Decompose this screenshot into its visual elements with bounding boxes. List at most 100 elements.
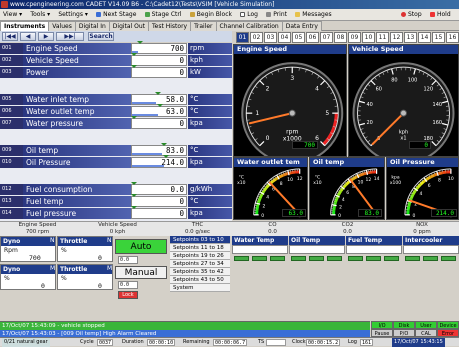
channel-button[interactable]: 11 [376, 32, 389, 43]
channel-button[interactable]: 05 [292, 32, 305, 43]
channel-button[interactable]: 12 [390, 32, 403, 43]
row-name: Water pressure [23, 118, 131, 129]
gauge-readout: 63.0 [282, 209, 306, 217]
manual-button[interactable]: Manual [115, 266, 167, 279]
instrument-row[interactable]: 002Vehicle Speed0kph [0, 55, 232, 66]
channel-button[interactable]: 01 [236, 32, 249, 43]
gauge-title: Engine Speed [234, 45, 346, 54]
channel-button[interactable]: 03 [264, 32, 277, 43]
next-stage-icon [96, 12, 101, 17]
stage-ctrl-button[interactable]: Stage Ctrl [142, 9, 185, 21]
channel-button[interactable]: 06 [306, 32, 319, 43]
message-list[interactable]: 17/Oct/07 15:43:09 - vehicle stopped 17/… [0, 321, 370, 337]
message-row[interactable]: 17/Oct/07 15:43:09 - vehicle stopped [0, 322, 370, 330]
tab-instruments[interactable]: Instruments [0, 21, 49, 31]
next-stage-button[interactable]: Next Stage [93, 9, 139, 21]
channel-button[interactable]: 08 [334, 32, 347, 43]
instrument-row[interactable]: 005Water inlet temp58.0°C [0, 94, 232, 105]
channel-button[interactable]: 13 [404, 32, 417, 43]
row-number: 009 [0, 145, 23, 156]
channel-button[interactable]: 14 [418, 32, 431, 43]
gauge-dial: 020406080100120140160180kphx1 [349, 54, 458, 156]
setpoint-item[interactable]: Setpoints 43 to 50 [170, 276, 230, 284]
throttle-title: Throttle [58, 237, 112, 246]
gauge-readout: 83.0 [358, 209, 382, 217]
log-button[interactable]: Log [237, 9, 261, 21]
setpoint-item[interactable]: Setpoints 35 to 42 [170, 268, 230, 276]
channel-button[interactable]: 09 [348, 32, 361, 43]
lock-button[interactable]: Lock [118, 291, 138, 299]
summary-value: 700 rpm [0, 229, 75, 236]
tab-channel-calibration[interactable]: Channel Calibration [216, 21, 283, 31]
summary-label: NOX [385, 222, 459, 229]
engine-speed-gauge: Engine Speed 0123456rpmx1000700 [233, 44, 347, 157]
first-record-button[interactable]: |◀◀ [2, 32, 18, 41]
messages-button[interactable]: Messages [292, 9, 334, 21]
dyno-manual-control[interactable]: Dyno % 0 M [0, 264, 56, 290]
tab-test-history[interactable]: Test History [148, 21, 191, 31]
instrument-row[interactable]: 009Oil temp83.0°C [0, 145, 232, 156]
setpoint-item[interactable]: System [170, 284, 230, 292]
row-value: 700 [131, 43, 187, 54]
manual-value[interactable]: 0.0 [118, 281, 138, 289]
print-button[interactable]: Print [263, 9, 290, 21]
setpoint-item[interactable]: Setpoints 11 to 18 [170, 244, 230, 252]
tab-trailer[interactable]: Trailer [190, 21, 216, 31]
instrument-row[interactable]: 007Water pressure0kpa [0, 118, 232, 129]
instrument-row[interactable]: 010Oil Pressure214.0kpa [0, 157, 232, 168]
title-bar: www.cpengineering.com CADET V14.09 B6 - … [0, 0, 459, 9]
instrument-row[interactable]: 012Fuel consumption0.0g/kWh [0, 184, 232, 195]
water-outlet-temp-gauge: Water outlet tem 024681012°Cx1063.0 [233, 157, 308, 220]
gauge-color-band [334, 206, 335, 210]
channel-button[interactable]: 10 [362, 32, 375, 43]
search-button[interactable]: Search [88, 32, 114, 41]
menu-settings[interactable]: Settings ▾ [55, 9, 91, 21]
tab-values[interactable]: Values [48, 21, 76, 31]
hold-button[interactable]: Hold [427, 9, 454, 21]
setpoint-item[interactable]: Setpoints 03 to 10 [170, 236, 230, 244]
stop-button[interactable]: Stop [398, 9, 425, 21]
channel-button[interactable]: 15 [432, 32, 445, 43]
gauge-unit: °C [239, 174, 244, 180]
dyno-m-mode: M [50, 265, 55, 272]
row-number: 012 [0, 184, 23, 195]
row-value: 0 [131, 67, 187, 78]
prev-record-button[interactable]: ◀ [20, 32, 36, 41]
begin-block-button[interactable]: Begin Block [187, 9, 235, 21]
row-number: 006 [0, 106, 23, 117]
row-marker-icon [155, 92, 161, 95]
gauge-hub [401, 110, 407, 116]
channel-button[interactable]: 04 [278, 32, 291, 43]
dyno-m-unit: % [4, 275, 10, 282]
last-record-button[interactable]: ▶▶| [56, 32, 84, 41]
tab-digital-in[interactable]: Digital In [75, 21, 110, 31]
row-unit: kpa [188, 118, 232, 129]
auto-value[interactable]: 0.0 [118, 256, 138, 264]
throttle-m-mode: M [107, 265, 112, 272]
throttle-manual-control[interactable]: Throttle % 0 M [57, 264, 113, 290]
channel-button[interactable]: 16 [446, 32, 459, 43]
instrument-row[interactable]: 013Fuel temp0°C [0, 196, 232, 207]
throttle-control[interactable]: Throttle % 0 N [57, 236, 113, 262]
channel-button[interactable]: 02 [250, 32, 263, 43]
instrument-rows: 001Engine Speed700rpm002Vehicle Speed0kp… [0, 43, 232, 221]
setpoint-item[interactable]: Setpoints 19 to 26 [170, 252, 230, 260]
instrument-row[interactable]: 006Water outlet temp63.0°C [0, 106, 232, 117]
instrument-row[interactable]: 014Fuel pressure0kpa [0, 208, 232, 219]
gauge-tick-label: 4 [315, 85, 319, 92]
menu-view[interactable]: View ▾ [0, 9, 25, 21]
row-value: 0.0 [131, 184, 187, 195]
menu-tools[interactable]: Tools ▾ [27, 9, 53, 21]
mini-readout-title: Fuel Temp [346, 236, 402, 245]
next-record-button[interactable]: ▶ [38, 32, 54, 41]
auto-button[interactable]: Auto [115, 239, 167, 254]
tab-digital-out[interactable]: Digital Out [109, 21, 149, 31]
instrument-row[interactable]: 001Engine Speed700rpm [0, 43, 232, 54]
summary-cell: Engine Speed700 rpm [0, 222, 75, 237]
mini-readout-title: Intercooler [403, 236, 459, 245]
tab-data-entry[interactable]: Data Entry [282, 21, 322, 31]
setpoint-item[interactable]: Setpoints 27 to 34 [170, 260, 230, 268]
dyno-control[interactable]: Dyno Rpm 700 N [0, 236, 56, 262]
channel-button[interactable]: 07 [320, 32, 333, 43]
instrument-row[interactable]: 003Power0kW [0, 67, 232, 78]
